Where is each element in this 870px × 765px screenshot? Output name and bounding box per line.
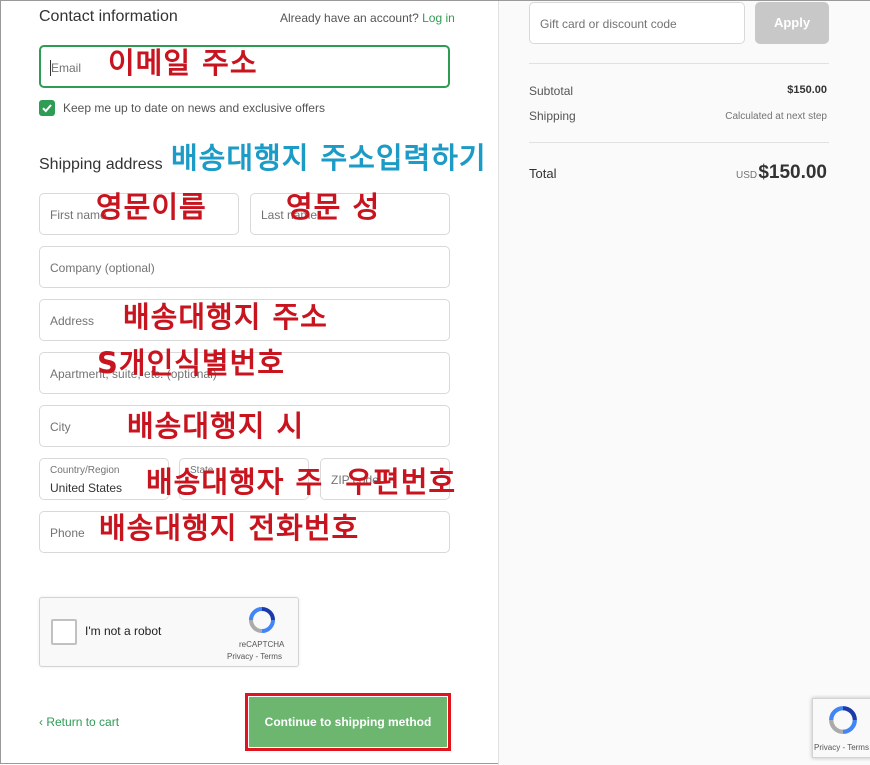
contact-title: Contact information — [39, 8, 178, 25]
annotation-address: 배송대행지 주소 — [123, 300, 328, 334]
address-placeholder: Address — [50, 314, 95, 328]
apply-button-label: Apply — [773, 15, 811, 30]
company-field[interactable]: Company (optional) — [39, 246, 450, 288]
discount-code-input[interactable]: Gift card or discount code — [529, 2, 745, 44]
recaptcha-logo-icon — [249, 607, 275, 633]
city-placeholder: City — [50, 420, 71, 434]
phone-placeholder: Phone — [50, 526, 85, 540]
recaptcha-links[interactable]: Privacy - Terms — [227, 652, 282, 661]
newsletter-checkbox[interactable] — [39, 100, 55, 116]
newsletter-label: Keep me up to date on news and exclusive… — [63, 101, 325, 115]
summary-divider-bottom — [529, 142, 829, 143]
apply-button[interactable]: Apply — [755, 2, 829, 44]
shipping-title: Shipping address — [39, 156, 163, 173]
country-value: United States — [50, 481, 123, 495]
total-label: Total — [529, 166, 557, 181]
annotation-phone: 배송대행지 전화번호 — [99, 511, 360, 545]
annotation-city: 배송대행지 시 — [127, 409, 305, 443]
discount-code-placeholder: Gift card or discount code — [540, 17, 677, 31]
recaptcha-checkbox[interactable] — [51, 619, 77, 645]
annotation-shipping-agent: 배송대행지 주소입력하기 — [171, 141, 487, 175]
recaptcha-label: I'm not a robot — [85, 624, 162, 638]
recaptcha-brand: reCAPTCHA — [239, 640, 285, 649]
annotation-email: 이메일 주소 — [108, 46, 258, 80]
country-label: Country/Region — [50, 465, 120, 476]
account-prompt: Already have an account? Log in — [280, 11, 455, 25]
total-currency: USD — [736, 170, 758, 181]
return-to-cart-label: Return to cart — [46, 715, 120, 729]
account-prompt-text: Already have an account? — [280, 11, 419, 25]
email-placeholder: Email — [51, 61, 82, 75]
company-placeholder: Company (optional) — [50, 261, 155, 275]
recaptcha-badge-links[interactable]: Privacy - Terms — [814, 743, 869, 752]
continue-to-shipping-button[interactable]: Continue to shipping method — [249, 697, 447, 747]
check-icon — [42, 104, 52, 113]
annotation-last-name: 영문 성 — [286, 190, 381, 224]
annotation-state-zip: 배송대행자 주 우편번호 — [146, 465, 457, 499]
return-to-cart-link[interactable]: ‹ Return to cart — [39, 715, 119, 729]
shipping-label: Shipping — [529, 109, 576, 123]
recaptcha-widget: I'm not a robot reCAPTCHA Privacy - Term… — [39, 597, 299, 667]
login-link[interactable]: Log in — [422, 11, 455, 25]
continue-button-label: Continue to shipping method — [264, 715, 432, 729]
annotation-personal-id: S개인식별번호 — [97, 346, 285, 380]
summary-divider-top — [529, 63, 829, 64]
subtotal-value: $150.00 — [787, 84, 827, 96]
annotation-first-name: 영문이름 — [96, 190, 207, 224]
recaptcha-badge-logo-icon — [829, 706, 857, 734]
subtotal-label: Subtotal — [529, 84, 574, 98]
total-value: $150.00 — [758, 162, 827, 183]
recaptcha-badge: Privacy - Terms — [812, 698, 870, 758]
shipping-value: Calculated at next step — [725, 111, 827, 122]
